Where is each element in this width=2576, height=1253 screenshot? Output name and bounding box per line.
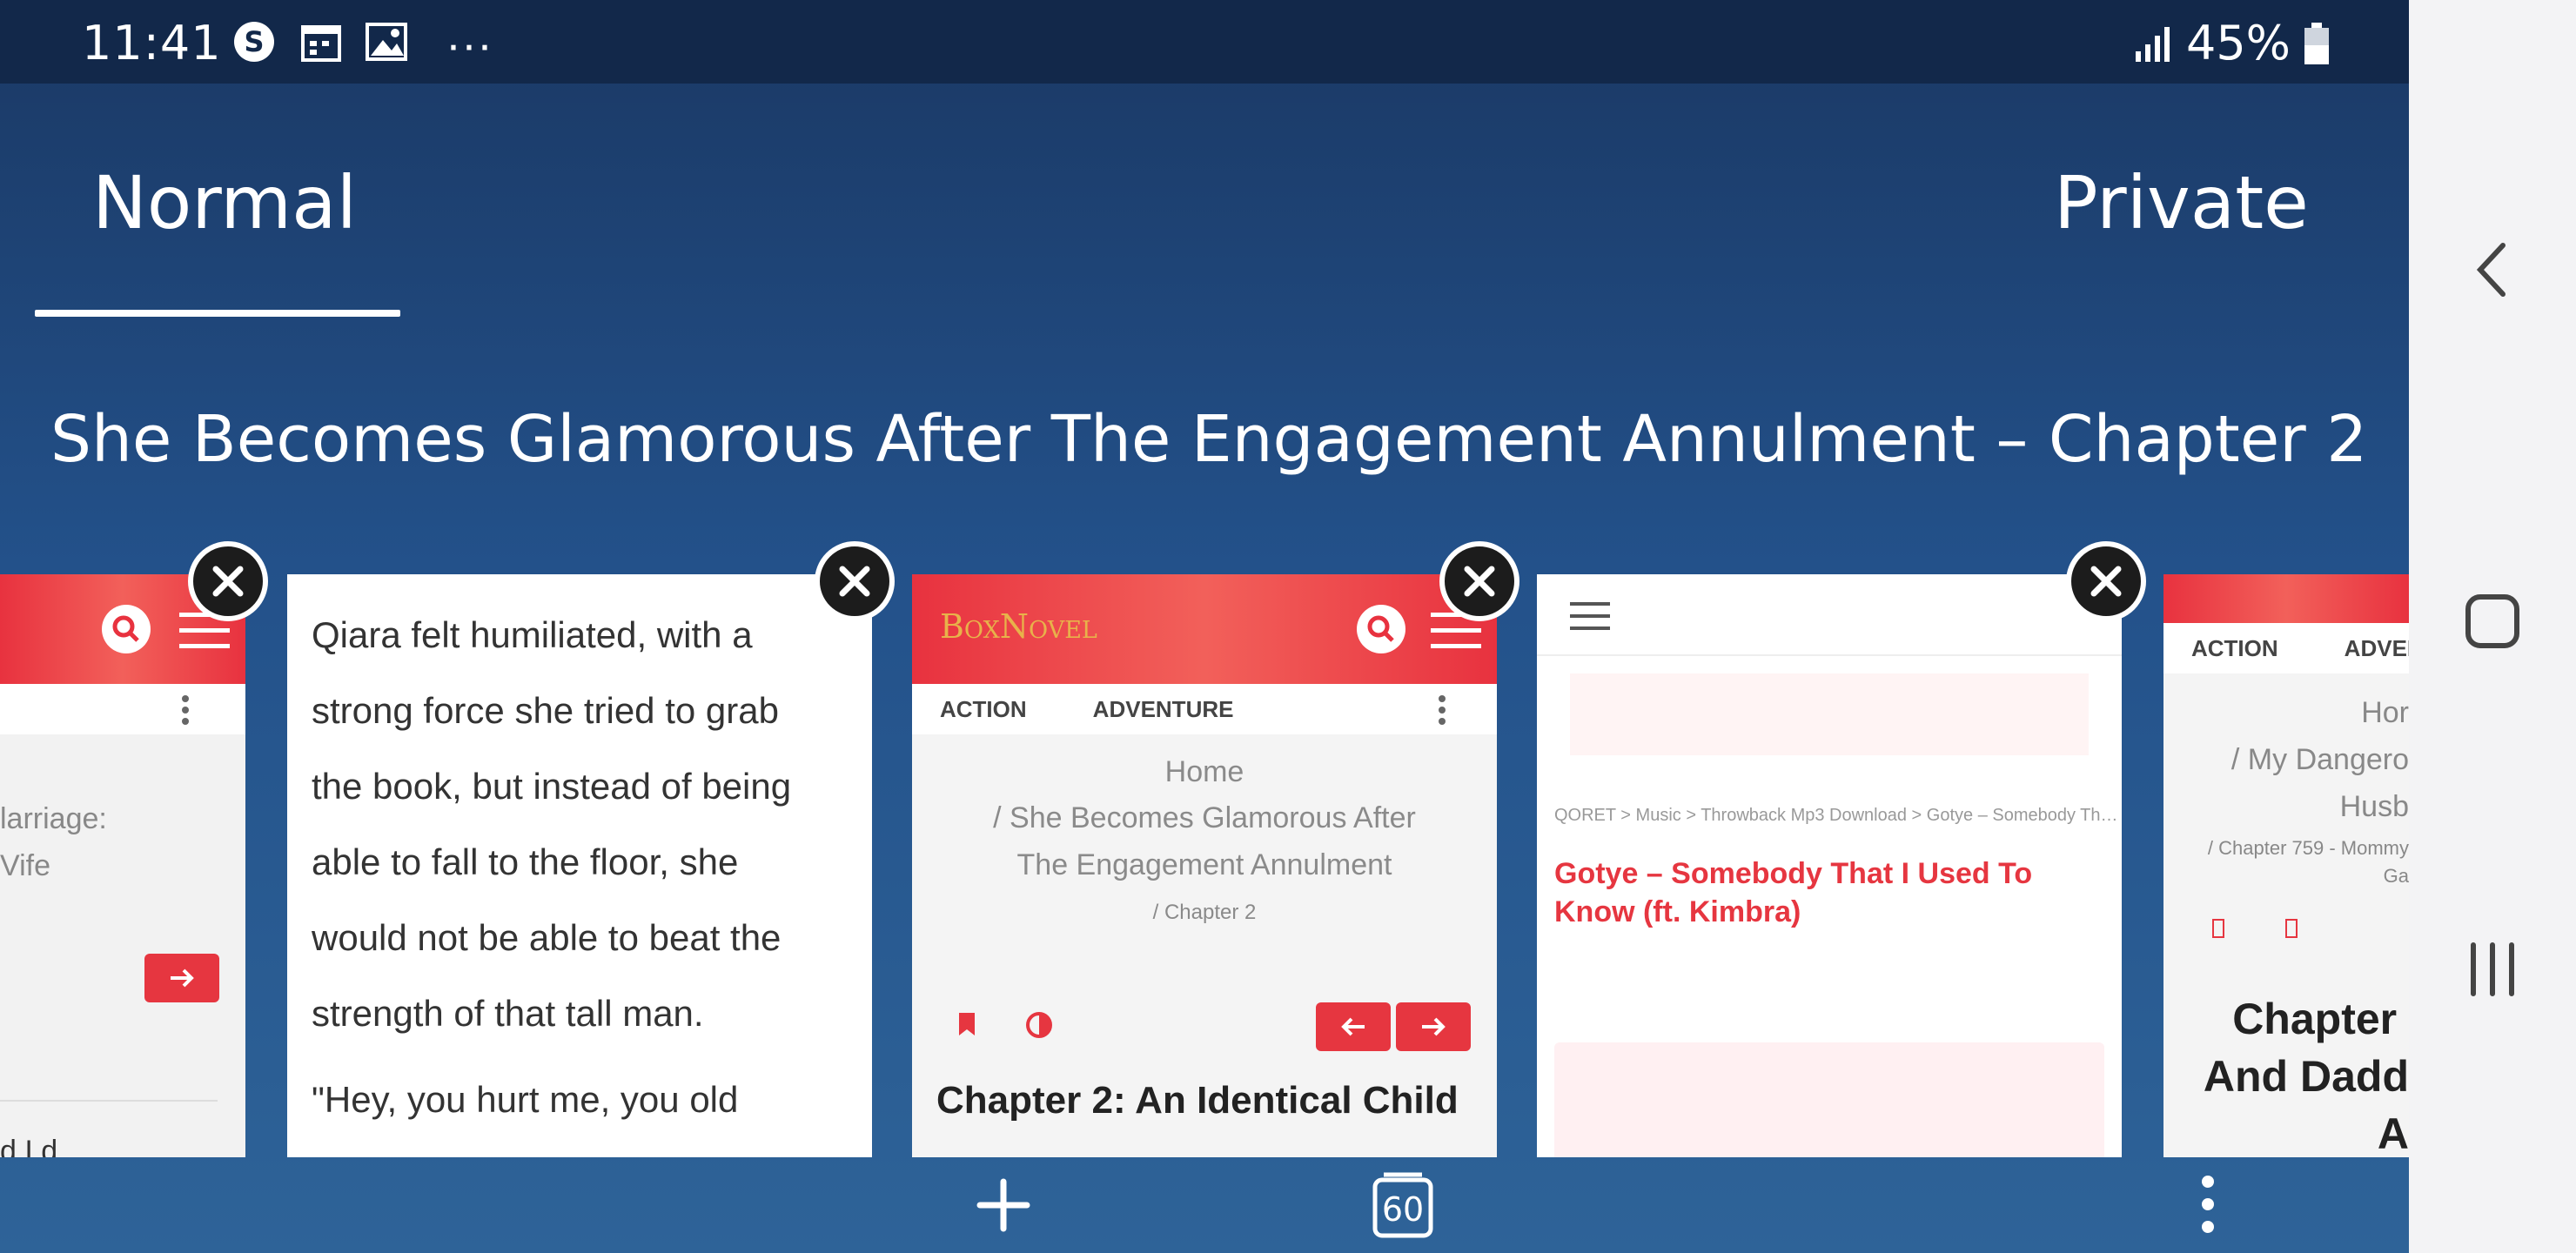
search-icon[interactable] — [1356, 604, 1406, 654]
tab-cards: larriage: Vife d I d Qiara felt humiliat… — [0, 574, 2409, 1157]
menu-icon[interactable] — [1570, 600, 1610, 632]
breadcrumb-book-2[interactable]: Husb — [2340, 790, 2409, 824]
bookmark-icon[interactable] — [957, 1011, 976, 1037]
line-2: strong force she tried to grab — [312, 690, 779, 731]
line-1: Qiara felt humiliated, with a — [312, 614, 753, 655]
category-bar: ACTION ADVENTURE — [912, 684, 1497, 734]
breadcrumb-chapter: / Chapter 759 - Mommy — [2207, 837, 2409, 859]
chapter-heading: Chapter And Dadd A — [2203, 995, 2409, 1157]
site-header: BoxNovel — [912, 574, 1497, 684]
tab-normal-indicator — [35, 310, 400, 317]
more-notifications-icon: ··· — [446, 18, 493, 70]
arrow-right-icon — [171, 968, 194, 988]
close-tab-2-button[interactable] — [815, 541, 895, 621]
close-tab-3-button[interactable] — [1439, 541, 1519, 621]
line-7: "Hey, you hurt me, you old — [312, 1079, 739, 1120]
line-4: able to fall to the floor, she — [312, 841, 739, 882]
home-icon — [2465, 594, 2519, 648]
close-tab-4-button[interactable] — [2066, 541, 2146, 621]
ad-banner — [1570, 673, 2089, 755]
tab-card-3[interactable]: BoxNovel ACTION ADVENTURE Home / She Bec… — [912, 574, 1497, 1157]
card1-text-1: larriage: — [0, 802, 107, 835]
breadcrumb-home[interactable]: Hor — [2361, 696, 2409, 730]
recents-button[interactable] — [2458, 935, 2527, 1004]
next-button[interactable] — [144, 954, 219, 1002]
category-adventure[interactable]: ADVENTURE — [1093, 696, 1234, 723]
article-text: Qiara felt humiliated, with a strong for… — [287, 574, 872, 1137]
close-icon — [839, 566, 870, 597]
next-chapter-button[interactable] — [1396, 1002, 1471, 1051]
contrast-icon[interactable] — [2285, 919, 2298, 938]
card1-text-3: d I d — [0, 1135, 58, 1157]
bookmark-icon[interactable] — [2212, 919, 2224, 938]
ad-block — [1554, 1042, 2104, 1157]
tab-card-5[interactable]: ACTION ADVEN Hor / My Dangero Husb / Cha… — [2163, 574, 2409, 1157]
category-bar: ACTION ADVEN — [2163, 623, 2409, 673]
tab-normal[interactable]: Normal — [92, 160, 357, 245]
card1-text-2: Vife — [0, 849, 50, 882]
tab-count: 60 — [1381, 1190, 1425, 1229]
close-icon — [212, 566, 244, 597]
calendar-icon — [301, 25, 341, 62]
home-button[interactable] — [2458, 586, 2527, 656]
status-right: 45% — [2134, 16, 2331, 70]
signal-icon — [2135, 26, 2170, 62]
tab-card-2[interactable]: Qiara felt humiliated, with a strong for… — [287, 574, 872, 1157]
divider — [0, 1100, 218, 1102]
battery-icon — [2304, 22, 2329, 64]
prev-chapter-button[interactable] — [1316, 1002, 1391, 1051]
close-icon — [1464, 566, 1495, 597]
bottom-toolbar: 60 — [0, 1157, 2409, 1253]
line-5: would not be able to beat the — [312, 917, 782, 958]
system-nav-bar — [2409, 0, 2576, 1253]
search-icon[interactable] — [101, 604, 151, 654]
breadcrumb-home[interactable]: Home — [912, 755, 1497, 789]
arrow-left-icon — [1341, 1017, 1365, 1036]
status-time: 11:41 — [82, 16, 222, 70]
breadcrumb-book[interactable]: / She Becomes Glamorous After The Engage… — [964, 794, 1445, 888]
active-tab-title: She Becomes Glamorous After The Engageme… — [50, 402, 2365, 477]
tab-private[interactable]: Private — [2054, 160, 2309, 245]
line-3: the book, but instead of being — [312, 766, 792, 807]
s-app-icon: S — [234, 22, 274, 62]
new-tab-icon[interactable] — [975, 1176, 1032, 1234]
contrast-icon[interactable] — [1025, 1011, 1053, 1039]
article-headline[interactable]: Gotye – Somebody That I Used To Know (ft… — [1554, 854, 2094, 931]
more-options-icon[interactable] — [2198, 1173, 2217, 1236]
site-header — [1537, 574, 2122, 656]
boxnovel-logo[interactable]: BoxNovel — [940, 607, 1097, 646]
more-vert-icon[interactable] — [181, 694, 190, 726]
back-button[interactable] — [2458, 235, 2527, 305]
battery-percent: 45% — [2185, 16, 2291, 70]
tab-card-1[interactable]: larriage: Vife d I d — [0, 574, 245, 1157]
category-bar — [0, 684, 245, 734]
chapter-heading: Chapter 2: An Identical Child — [936, 1079, 1459, 1122]
site-header — [2163, 574, 2409, 623]
breadcrumb-chapter: / Chapter 2 — [1152, 901, 1257, 924]
category-action[interactable]: ACTION — [2191, 635, 2278, 662]
category-adventure[interactable]: ADVEN — [2345, 635, 2409, 662]
back-icon — [2476, 243, 2506, 297]
status-bar: 11:41 S ··· 45% — [0, 0, 2409, 84]
close-icon — [2090, 566, 2122, 597]
svg-text:S: S — [244, 25, 264, 58]
breadcrumb[interactable]: QORET > Music > Throwback Mp3 Download >… — [1554, 806, 2118, 826]
line-6: strength of that tall man. — [312, 993, 704, 1034]
breadcrumb-chapter-2: Ga — [2383, 865, 2409, 887]
close-tab-1-button[interactable] — [188, 541, 268, 621]
breadcrumb-book[interactable]: / My Dangero — [2231, 743, 2409, 777]
arrow-right-icon — [1422, 1017, 1446, 1036]
recents-icon — [2471, 942, 2514, 996]
category-action[interactable]: ACTION — [940, 696, 1027, 723]
gallery-icon — [366, 23, 407, 61]
tab-card-4[interactable]: QORET > Music > Throwback Mp3 Download >… — [1537, 574, 2122, 1157]
tab-count-button[interactable]: 60 — [1372, 1169, 1434, 1239]
more-vert-icon[interactable] — [1438, 694, 1446, 726]
